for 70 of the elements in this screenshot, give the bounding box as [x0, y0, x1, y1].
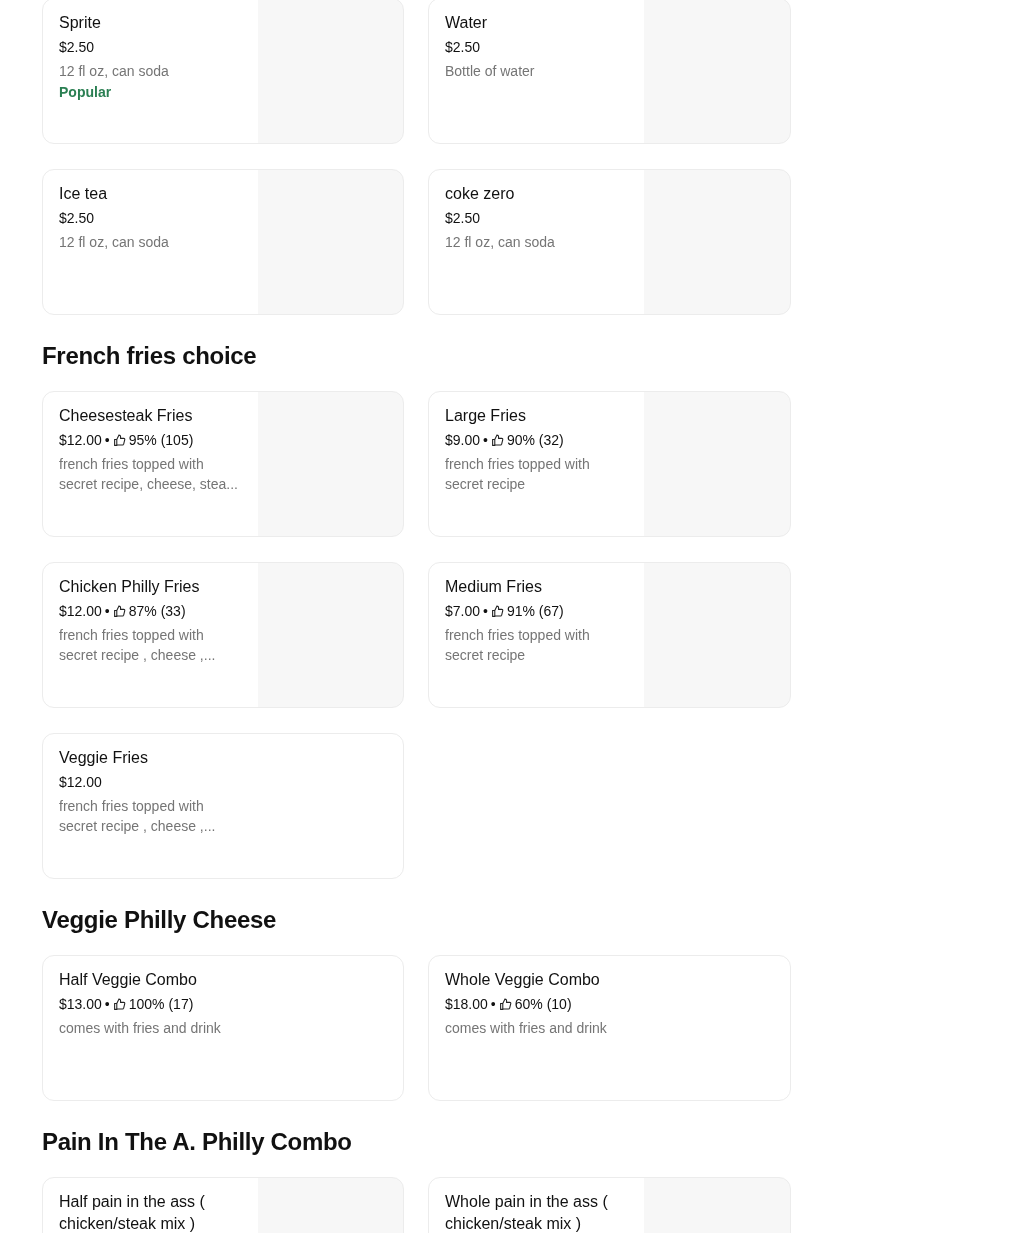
- item-price: $2.50: [445, 38, 481, 57]
- item-rating: 91% (67): [506, 602, 564, 621]
- popular-label: Popular: [59, 83, 113, 102]
- menu-item-card[interactable]: Ice tea $2.50 12 fl oz, can soda: [42, 169, 404, 315]
- menu-item-card[interactable]: coke zero $2.50 12 fl oz, can soda: [428, 169, 791, 315]
- item-name: Large Fries: [445, 406, 527, 426]
- item-price: $12.00: [59, 773, 102, 792]
- item-description: 12 fl oz, can soda: [59, 62, 170, 81]
- menu-item-card[interactable]: Half pain in the ass ( chicken/steak mix ): [42, 1177, 404, 1233]
- menu-item-card[interactable]: Water $2.50 Bottle of water: [428, 0, 791, 144]
- thumbs-up-icon: [490, 604, 504, 618]
- item-price: $18.00: [445, 995, 488, 1014]
- item-name: Ice tea: [59, 184, 109, 204]
- item-description: 12 fl oz, can soda: [59, 233, 170, 252]
- item-name: Sprite: [59, 13, 102, 33]
- item-rating: 90% (32): [506, 431, 564, 450]
- item-description: french fries topped with secret recipe , cheese ,...: [59, 797, 217, 836]
- item-description: comes with fries and drink: [59, 1019, 222, 1038]
- item-rating: 95% (105): [128, 431, 194, 450]
- menu-item-card[interactable]: Half Veggie Combo $13.00 • 100% (17) comes with fries and drink: [42, 955, 404, 1101]
- item-name: Medium Fries: [445, 577, 543, 597]
- menu-item-card[interactable]: Chicken Philly Fries $12.00 • 87% (33) french fries topped with secret recipe , cheese ,...: [42, 562, 404, 708]
- item-price: $9.00: [445, 431, 481, 450]
- thumbs-up-icon: [112, 433, 126, 447]
- item-price: $7.00: [445, 602, 481, 621]
- item-price: $2.50: [59, 38, 95, 57]
- item-description: french fries topped with secret recipe: [445, 455, 591, 494]
- item-name: Veggie Fries: [59, 748, 149, 768]
- item-rating: 60% (10): [514, 995, 572, 1014]
- item-name: Half Veggie Combo: [59, 970, 198, 990]
- item-description: french fries topped with secret recipe, cheese, stea...: [59, 455, 239, 494]
- separator-dot: •: [483, 602, 488, 621]
- thumbs-up-icon: [112, 997, 126, 1011]
- item-name: Whole pain in the ass ( chicken/steak mix ): [445, 1192, 609, 1233]
- item-description: french fries topped with secret recipe: [445, 626, 591, 665]
- menu-item-card[interactable]: Whole pain in the ass ( chicken/steak mix ): [428, 1177, 791, 1233]
- section-heading: Veggie Philly Cheese: [42, 905, 278, 935]
- item-name: Water: [445, 13, 489, 33]
- separator-dot: •: [104, 995, 110, 1014]
- item-name: Cheesesteak Fries: [59, 406, 194, 426]
- item-price: $13.00: [59, 995, 102, 1014]
- menu-item-card[interactable]: Sprite $2.50 12 fl oz, can soda Popular: [42, 0, 404, 144]
- menu-item-card[interactable]: Whole Veggie Combo $18.00 • 60% (10) comes with fries and drink: [428, 955, 791, 1101]
- item-description: french fries topped with secret recipe , cheese ,...: [59, 626, 217, 665]
- item-name: Half pain in the ass ( chicken/steak mix ): [59, 1192, 206, 1233]
- item-name: coke zero: [445, 184, 516, 204]
- item-rating: 87% (33): [128, 602, 186, 621]
- item-rating: 100% (17): [128, 995, 194, 1014]
- menu-item-card[interactable]: Veggie Fries $12.00 french fries topped with secret recipe , cheese ,...: [42, 733, 404, 879]
- section-heading: French fries choice: [42, 341, 258, 371]
- separator-dot: •: [104, 431, 110, 450]
- menu-item-card[interactable]: Large Fries $9.00 • 90% (32) french fries topped with secret recipe: [428, 391, 791, 537]
- item-price: $12.00: [59, 431, 102, 450]
- thumbs-up-icon: [112, 604, 126, 618]
- item-name: Chicken Philly Fries: [59, 577, 201, 597]
- item-description: comes with fries and drink: [445, 1019, 608, 1038]
- menu-item-card[interactable]: Cheesesteak Fries $12.00 • 95% (105) french fries topped with secret recipe, cheese, stea...: [42, 391, 404, 537]
- separator-dot: •: [490, 995, 496, 1014]
- item-price: $2.50: [445, 209, 481, 228]
- item-price: $2.50: [59, 209, 95, 228]
- item-description: 12 fl oz, can soda: [445, 233, 556, 252]
- separator-dot: •: [104, 602, 110, 621]
- section-heading: Pain In The A. Philly Combo: [42, 1127, 353, 1157]
- thumbs-up-icon: [490, 433, 504, 447]
- item-description: Bottle of water: [445, 62, 536, 81]
- thumbs-up-icon: [498, 997, 512, 1011]
- menu-item-card[interactable]: Medium Fries $7.00 • 91% (67) french fries topped with secret recipe: [428, 562, 791, 708]
- separator-dot: •: [483, 431, 488, 450]
- item-price: $12.00: [59, 602, 102, 621]
- item-name: Whole Veggie Combo: [445, 970, 601, 990]
